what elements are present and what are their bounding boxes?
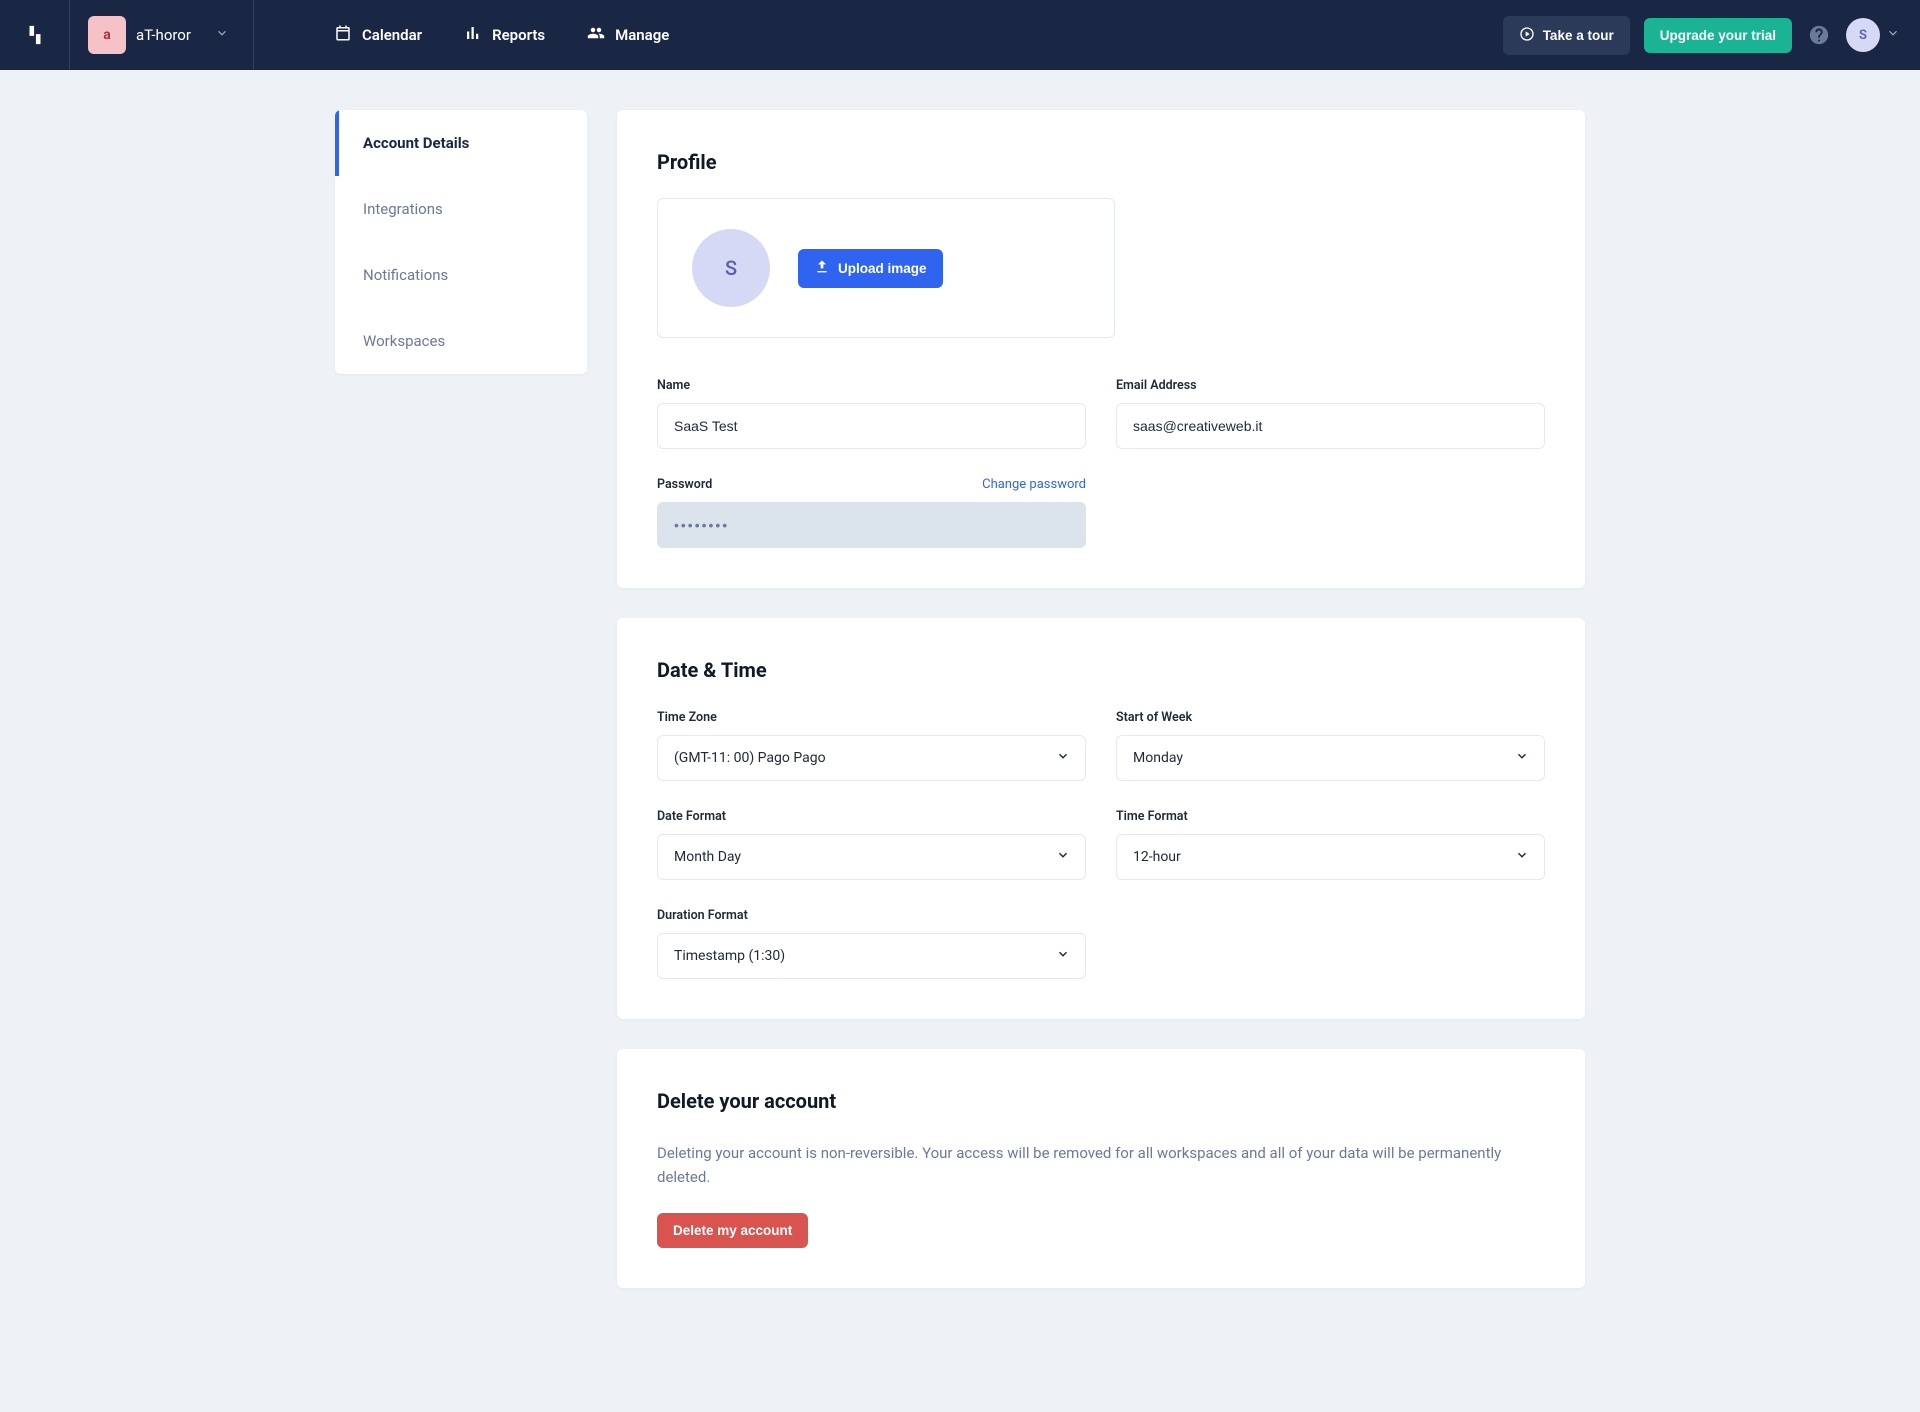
weekstart-field-wrap: Start of Week Monday: [1116, 710, 1545, 781]
bar-chart-icon: [464, 24, 482, 46]
nav-manage-label: Manage: [615, 26, 669, 44]
help-icon[interactable]: [1806, 22, 1832, 48]
delete-account-card: Delete your account Deleting your accoun…: [617, 1049, 1585, 1288]
email-input[interactable]: [1116, 403, 1545, 449]
delete-heading: Delete your account: [657, 1089, 1545, 1113]
timezone-label: Time Zone: [657, 710, 1086, 725]
timefmt-select[interactable]: 12-hour: [1116, 834, 1545, 880]
datefmt-select[interactable]: Month Day: [657, 834, 1086, 880]
chevron-down-icon: [1886, 26, 1900, 44]
upload-icon: [814, 259, 830, 278]
durfmt-label: Duration Format: [657, 908, 1086, 923]
sidebar-item-notifications[interactable]: Notifications: [335, 242, 587, 308]
sidebar-item-integrations[interactable]: Integrations: [335, 176, 587, 242]
profile-form-grid: Name Email Address Password Change passw…: [657, 378, 1545, 548]
change-password-link[interactable]: Change password: [982, 477, 1086, 492]
profile-avatar: S: [692, 229, 770, 307]
take-tour-button[interactable]: Take a tour: [1503, 16, 1630, 55]
email-field-wrap: Email Address: [1116, 378, 1545, 449]
nav-calendar-label: Calendar: [362, 26, 422, 44]
chevron-down-icon: [215, 26, 229, 44]
sidebar-item-workspaces[interactable]: Workspaces: [335, 308, 587, 374]
delete-account-button[interactable]: Delete my account: [657, 1213, 808, 1248]
datetime-heading: Date & Time: [657, 658, 1545, 682]
avatar-upload-box: S Upload image: [657, 198, 1115, 338]
nav-reports[interactable]: Reports: [464, 24, 545, 46]
upload-image-button[interactable]: Upload image: [798, 249, 943, 288]
timezone-field-wrap: Time Zone (GMT-11: 00) Pago Pago: [657, 710, 1086, 781]
weekstart-label: Start of Week: [1116, 710, 1545, 725]
name-field-wrap: Name: [657, 378, 1086, 449]
workspace-switcher[interactable]: a aT-horor: [70, 0, 254, 70]
delete-description: Deleting your account is non-reversible.…: [657, 1141, 1545, 1189]
name-label: Name: [657, 378, 1086, 393]
user-avatar: S: [1846, 18, 1880, 52]
timefmt-field-wrap: Time Format 12-hour: [1116, 809, 1545, 880]
workspace-name: aT-horor: [136, 26, 191, 44]
people-icon: [587, 24, 605, 46]
main-nav: Calendar Reports Manage: [334, 24, 669, 46]
play-circle-icon: [1519, 26, 1535, 45]
datetime-form-grid: Time Zone (GMT-11: 00) Pago Pago Start o…: [657, 710, 1545, 979]
topbar: a aT-horor Calendar Reports Manage: [0, 0, 1920, 70]
app-logo[interactable]: [0, 0, 70, 70]
email-label: Email Address: [1116, 378, 1545, 393]
upgrade-label: Upgrade your trial: [1660, 28, 1776, 43]
durfmt-select[interactable]: Timestamp (1:30): [657, 933, 1086, 979]
timezone-select[interactable]: (GMT-11: 00) Pago Pago: [657, 735, 1086, 781]
name-input[interactable]: [657, 403, 1086, 449]
page-wrap: Account Details Integrations Notificatio…: [315, 70, 1605, 1348]
nav-manage[interactable]: Manage: [587, 24, 669, 46]
profile-heading: Profile: [657, 150, 1545, 174]
upload-image-label: Upload image: [838, 261, 927, 276]
timefmt-label: Time Format: [1116, 809, 1545, 824]
nav-reports-label: Reports: [492, 26, 545, 44]
password-label: Password: [657, 477, 712, 492]
content-column: Profile S Upload image Name Email Addres…: [617, 110, 1585, 1288]
take-tour-label: Take a tour: [1543, 28, 1614, 43]
topbar-right: Take a tour Upgrade your trial S: [1503, 16, 1920, 55]
nav-calendar[interactable]: Calendar: [334, 24, 422, 46]
profile-card: Profile S Upload image Name Email Addres…: [617, 110, 1585, 588]
datefmt-label: Date Format: [657, 809, 1086, 824]
settings-sidebar: Account Details Integrations Notificatio…: [335, 110, 587, 374]
datefmt-field-wrap: Date Format Month Day: [657, 809, 1086, 880]
workspace-avatar: a: [88, 16, 126, 54]
user-menu[interactable]: S: [1846, 18, 1900, 52]
datetime-card: Date & Time Time Zone (GMT-11: 00) Pago …: [617, 618, 1585, 1019]
calendar-icon: [334, 24, 352, 46]
upgrade-button[interactable]: Upgrade your trial: [1644, 18, 1792, 53]
weekstart-select[interactable]: Monday: [1116, 735, 1545, 781]
password-input: [657, 502, 1086, 548]
password-field-wrap: Password Change password: [657, 477, 1086, 548]
durfmt-field-wrap: Duration Format Timestamp (1:30): [657, 908, 1086, 979]
sidebar-item-account-details[interactable]: Account Details: [335, 110, 587, 176]
